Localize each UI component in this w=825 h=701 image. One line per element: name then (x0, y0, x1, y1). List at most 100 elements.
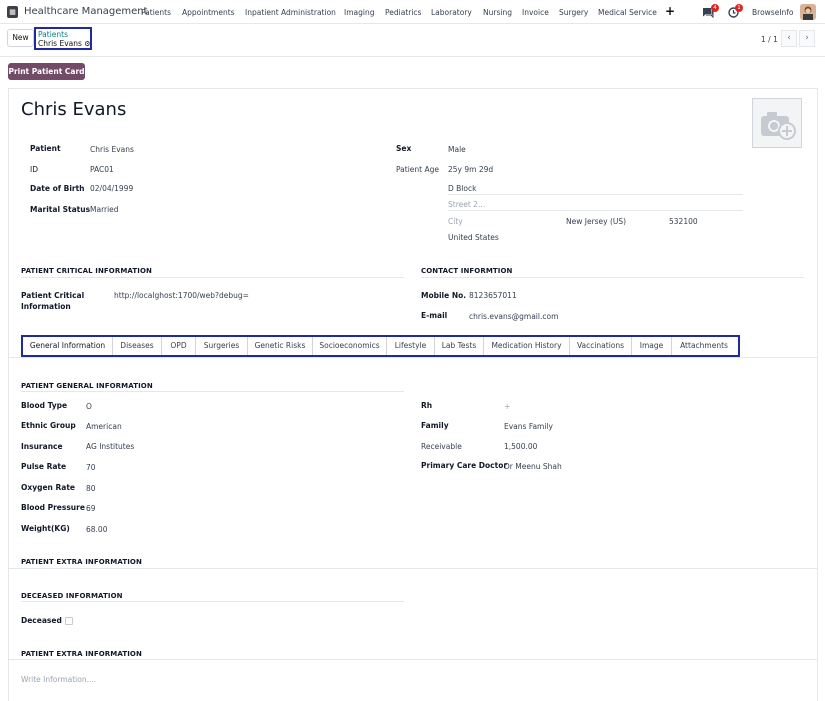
patient-value[interactable]: Chris Evans (90, 145, 134, 154)
menu-appointments[interactable]: Appointments (182, 8, 235, 17)
family-value[interactable]: Evans Family (504, 422, 553, 431)
tab-attachments[interactable]: Attachments (672, 337, 736, 355)
oxygen-rate-value[interactable]: 80 (86, 484, 96, 493)
pager-previous-button[interactable]: ‹ (781, 30, 797, 47)
critical-info-label-line2: Information (21, 302, 71, 311)
pager-next-button[interactable]: › (799, 30, 815, 47)
receivable-value: 1,500.00 (504, 442, 538, 451)
deceased-label: Deceased (21, 616, 62, 625)
menu-medical-service[interactable]: Medical Service (598, 8, 657, 17)
marital-status-label: Marital Status (30, 205, 91, 214)
extra-info-divider (9, 568, 817, 569)
tab-socioeconomics[interactable]: Socioeconomics (313, 337, 387, 355)
breadcrumb-patients-link[interactable]: Patients (38, 30, 68, 39)
receivable-label: Receivable (421, 442, 462, 451)
weight-value[interactable]: 68.00 (86, 525, 107, 534)
blood-pressure-value[interactable]: 69 (86, 504, 96, 513)
critical-info-value[interactable]: http://localghost:1700/web?debug= (114, 291, 249, 300)
add-photo-icon (761, 112, 796, 140)
blood-type-value[interactable]: O (86, 402, 92, 411)
zip-field[interactable]: 532100 (669, 217, 698, 226)
chat-badge: 4 (711, 4, 719, 12)
user-avatar[interactable] (800, 4, 816, 20)
tab-image[interactable]: Image (632, 337, 672, 355)
extra-info-heading: PATIENT EXTRA INFORMATION (21, 558, 142, 566)
marital-status-value[interactable]: Married (90, 205, 119, 214)
general-info-divider (21, 391, 404, 392)
sex-value[interactable]: Male (448, 145, 466, 154)
weight-label: Weight(KG) (21, 524, 70, 533)
rh-value[interactable]: + (504, 402, 510, 411)
dob-value[interactable]: 02/04/1999 (90, 184, 133, 193)
gear-icon[interactable]: ⚙ (84, 40, 90, 48)
patient-label: Patient (30, 144, 61, 153)
contact-info-divider (421, 277, 804, 278)
city-field[interactable]: City (448, 217, 463, 226)
company-name[interactable]: BrowseInfo (752, 8, 794, 17)
menu-inpatient-administration[interactable]: Inpatient Administration (245, 8, 336, 17)
extra-info-divider-2 (9, 659, 817, 660)
tab-medication-history[interactable]: Medication History (484, 337, 570, 355)
rh-label: Rh (421, 401, 433, 410)
tab-diseases[interactable]: Diseases (113, 337, 162, 355)
pulse-rate-value[interactable]: 70 (86, 463, 96, 472)
id-value[interactable]: PAC01 (90, 165, 114, 174)
apps-menu-icon[interactable]: ▦ (7, 6, 18, 18)
extra-information-textarea[interactable]: Write Information.... (21, 675, 96, 684)
patient-photo[interactable] (752, 98, 802, 148)
blood-type-label: Blood Type (21, 401, 68, 410)
street2-field[interactable]: Street 2... (448, 200, 485, 209)
new-button[interactable]: New (7, 29, 34, 47)
deceased-checkbox[interactable] (65, 617, 73, 625)
general-info-heading: PATIENT GENERAL INFORMATION (21, 382, 153, 390)
patient-age-value: 25y 9m 29d (448, 165, 494, 174)
deceased-info-divider (21, 601, 404, 602)
deceased-info-heading: DECEASED INFORMATION (21, 592, 123, 600)
tab-surgeries[interactable]: Surgeries (196, 337, 248, 355)
street-field[interactable]: D Block (448, 184, 476, 193)
ethnic-group-value[interactable]: American (86, 422, 122, 431)
patient-name-title[interactable]: Chris Evans (21, 99, 126, 120)
app-title[interactable]: Healthcare Management (24, 6, 148, 17)
mobile-value[interactable]: 8123657011 (469, 291, 517, 300)
extra-info-heading-2: PATIENT EXTRA INFORMATION (21, 650, 142, 658)
menu-surgery[interactable]: Surgery (559, 8, 588, 17)
sex-label: Sex (396, 144, 412, 153)
blood-pressure-label: Blood Pressure (21, 503, 85, 512)
tab-opd[interactable]: OPD (162, 337, 196, 355)
pager-value[interactable]: 1 / 1 (761, 35, 778, 44)
breadcrumb-current: Chris Evans ⚙ (38, 39, 91, 48)
menu-pediatrics[interactable]: Pediatrics (385, 8, 421, 17)
menu-nursing[interactable]: Nursing (483, 8, 512, 17)
menu-patients[interactable]: Patients (141, 8, 171, 17)
tab-general-information[interactable]: General Information (23, 337, 113, 355)
menu-imaging[interactable]: Imaging (344, 8, 374, 17)
insurance-label: Insurance (21, 442, 63, 451)
tab-vaccinations[interactable]: Vaccinations (570, 337, 632, 355)
pulse-rate-label: Pulse Rate (21, 462, 67, 471)
form-sheet (8, 88, 818, 701)
state-field[interactable]: New Jersey (US) (566, 217, 626, 226)
street2-underline (448, 210, 743, 211)
primary-care-doctor-value[interactable]: Dr Meenu Shah (504, 462, 562, 471)
country-field[interactable]: United States (448, 233, 499, 242)
critical-info-heading: PATIENT CRITICAL INFORMATION (21, 267, 152, 275)
control-panel-divider (0, 56, 825, 57)
tab-genetic-risks[interactable]: Genetic Risks (248, 337, 313, 355)
critical-info-divider (21, 277, 404, 278)
menu-invoice[interactable]: Invoice (522, 8, 549, 17)
notebook-tabs: General Information Diseases OPD Surgeri… (21, 335, 740, 357)
plus-icon[interactable]: + (665, 4, 675, 18)
tab-lifestyle[interactable]: Lifestyle (387, 337, 435, 355)
mobile-label: Mobile No. (421, 291, 467, 300)
dob-label: Date of Birth (30, 184, 85, 193)
breadcrumb-current-label: Chris Evans (38, 39, 82, 48)
menu-laboratory[interactable]: Laboratory (431, 8, 472, 17)
print-patient-card-button[interactable]: Print Patient Card (8, 63, 85, 80)
patient-age-label: Patient Age (396, 165, 440, 174)
street-underline (448, 194, 743, 195)
email-value[interactable]: chris.evans@gmail.com (469, 312, 558, 321)
insurance-value[interactable]: AG Institutes (86, 442, 134, 451)
tabs-divider (9, 357, 817, 358)
tab-lab-tests[interactable]: Lab Tests (435, 337, 484, 355)
